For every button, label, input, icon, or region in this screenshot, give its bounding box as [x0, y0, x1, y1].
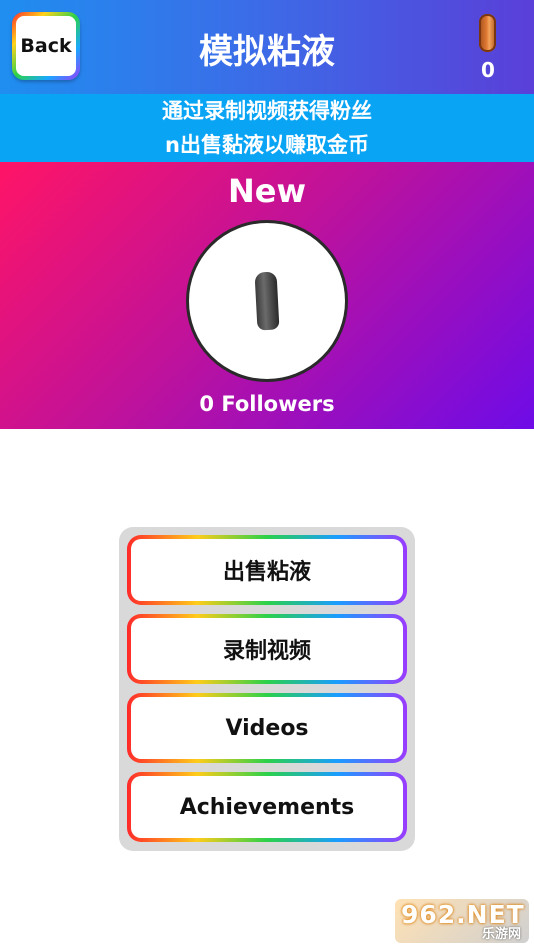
- videos-label: Videos: [131, 697, 403, 759]
- followers-count: 0 Followers: [199, 392, 335, 416]
- coin-count: 0: [481, 58, 495, 82]
- achievements-button[interactable]: Achievements: [127, 772, 407, 842]
- achievements-label: Achievements: [131, 776, 403, 838]
- record-video-button[interactable]: 录制视频: [127, 614, 407, 684]
- coin-icon: [479, 14, 496, 52]
- info-banner: 通过录制视频获得粉丝 n出售黏液以赚取金币: [0, 94, 534, 162]
- site-watermark: 962.NET 乐游网: [395, 899, 529, 943]
- record-video-label: 录制视频: [131, 618, 403, 680]
- avatar: [186, 220, 348, 382]
- videos-button[interactable]: Videos: [127, 693, 407, 763]
- sell-slime-button[interactable]: 出售粘液: [127, 535, 407, 605]
- banner-line-2: n出售黏液以赚取金币: [165, 133, 369, 157]
- profile-name: New: [227, 172, 307, 210]
- sell-slime-label: 出售粘液: [131, 539, 403, 601]
- top-bar: Back 模拟粘液 0: [0, 0, 534, 94]
- slime-icon: [254, 271, 280, 331]
- menu-panel: 出售粘液 录制视频 Videos Achievements: [119, 527, 415, 851]
- page-title: 模拟粘液: [199, 32, 335, 72]
- watermark-sub: 乐游网: [481, 927, 521, 942]
- banner-line-1: 通过录制视频获得粉丝: [162, 99, 372, 123]
- profile-section: New 0 Followers: [0, 162, 534, 429]
